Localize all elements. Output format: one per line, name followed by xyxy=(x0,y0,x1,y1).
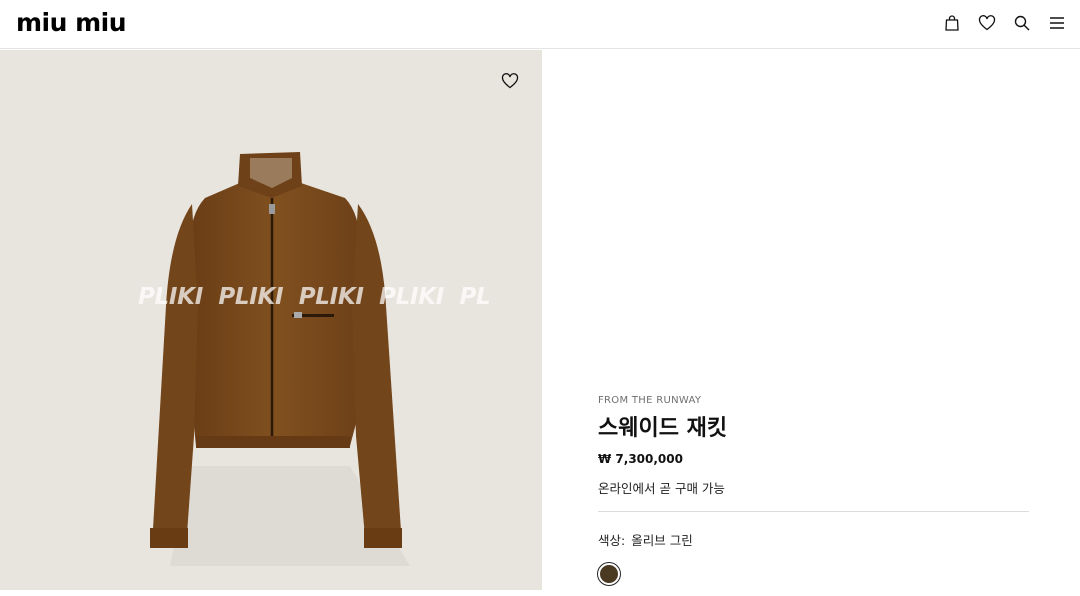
wishlist-heart-icon[interactable] xyxy=(501,72,519,90)
watermark: PLIKI PLIKI PLIKI PLIKI PL xyxy=(138,284,491,310)
color-selector-label: 색상: 올리브 그린 xyxy=(598,532,1029,550)
menu-icon[interactable] xyxy=(1048,14,1066,32)
color-value: 올리브 그린 xyxy=(631,533,693,548)
product-info: FROM THE RUNWAY 스웨이드 재킷 ₩ 7,300,000 온라인에… xyxy=(598,394,1029,585)
availability-status: 온라인에서 곧 구매 가능 xyxy=(598,481,725,496)
header-icons xyxy=(943,14,1066,32)
search-icon[interactable] xyxy=(1013,14,1031,32)
color-label: 색상: xyxy=(598,533,626,548)
product-eyebrow: FROM THE RUNWAY xyxy=(598,395,702,406)
heart-icon[interactable] xyxy=(978,14,996,32)
brand-logo[interactable]: miu miu xyxy=(16,9,127,37)
jacket-image xyxy=(150,152,410,566)
bag-icon[interactable] xyxy=(943,14,961,32)
color-swatch-olive-green[interactable] xyxy=(598,563,620,585)
site-header: miu miu xyxy=(0,0,1080,49)
product-title: 스웨이드 재킷 xyxy=(598,416,728,441)
media-divider xyxy=(0,590,542,596)
product-price: ₩ 7,300,000 xyxy=(598,452,683,466)
divider xyxy=(598,511,1029,512)
product-media: PLIKI PLIKI PLIKI PLIKI PL xyxy=(0,50,542,590)
